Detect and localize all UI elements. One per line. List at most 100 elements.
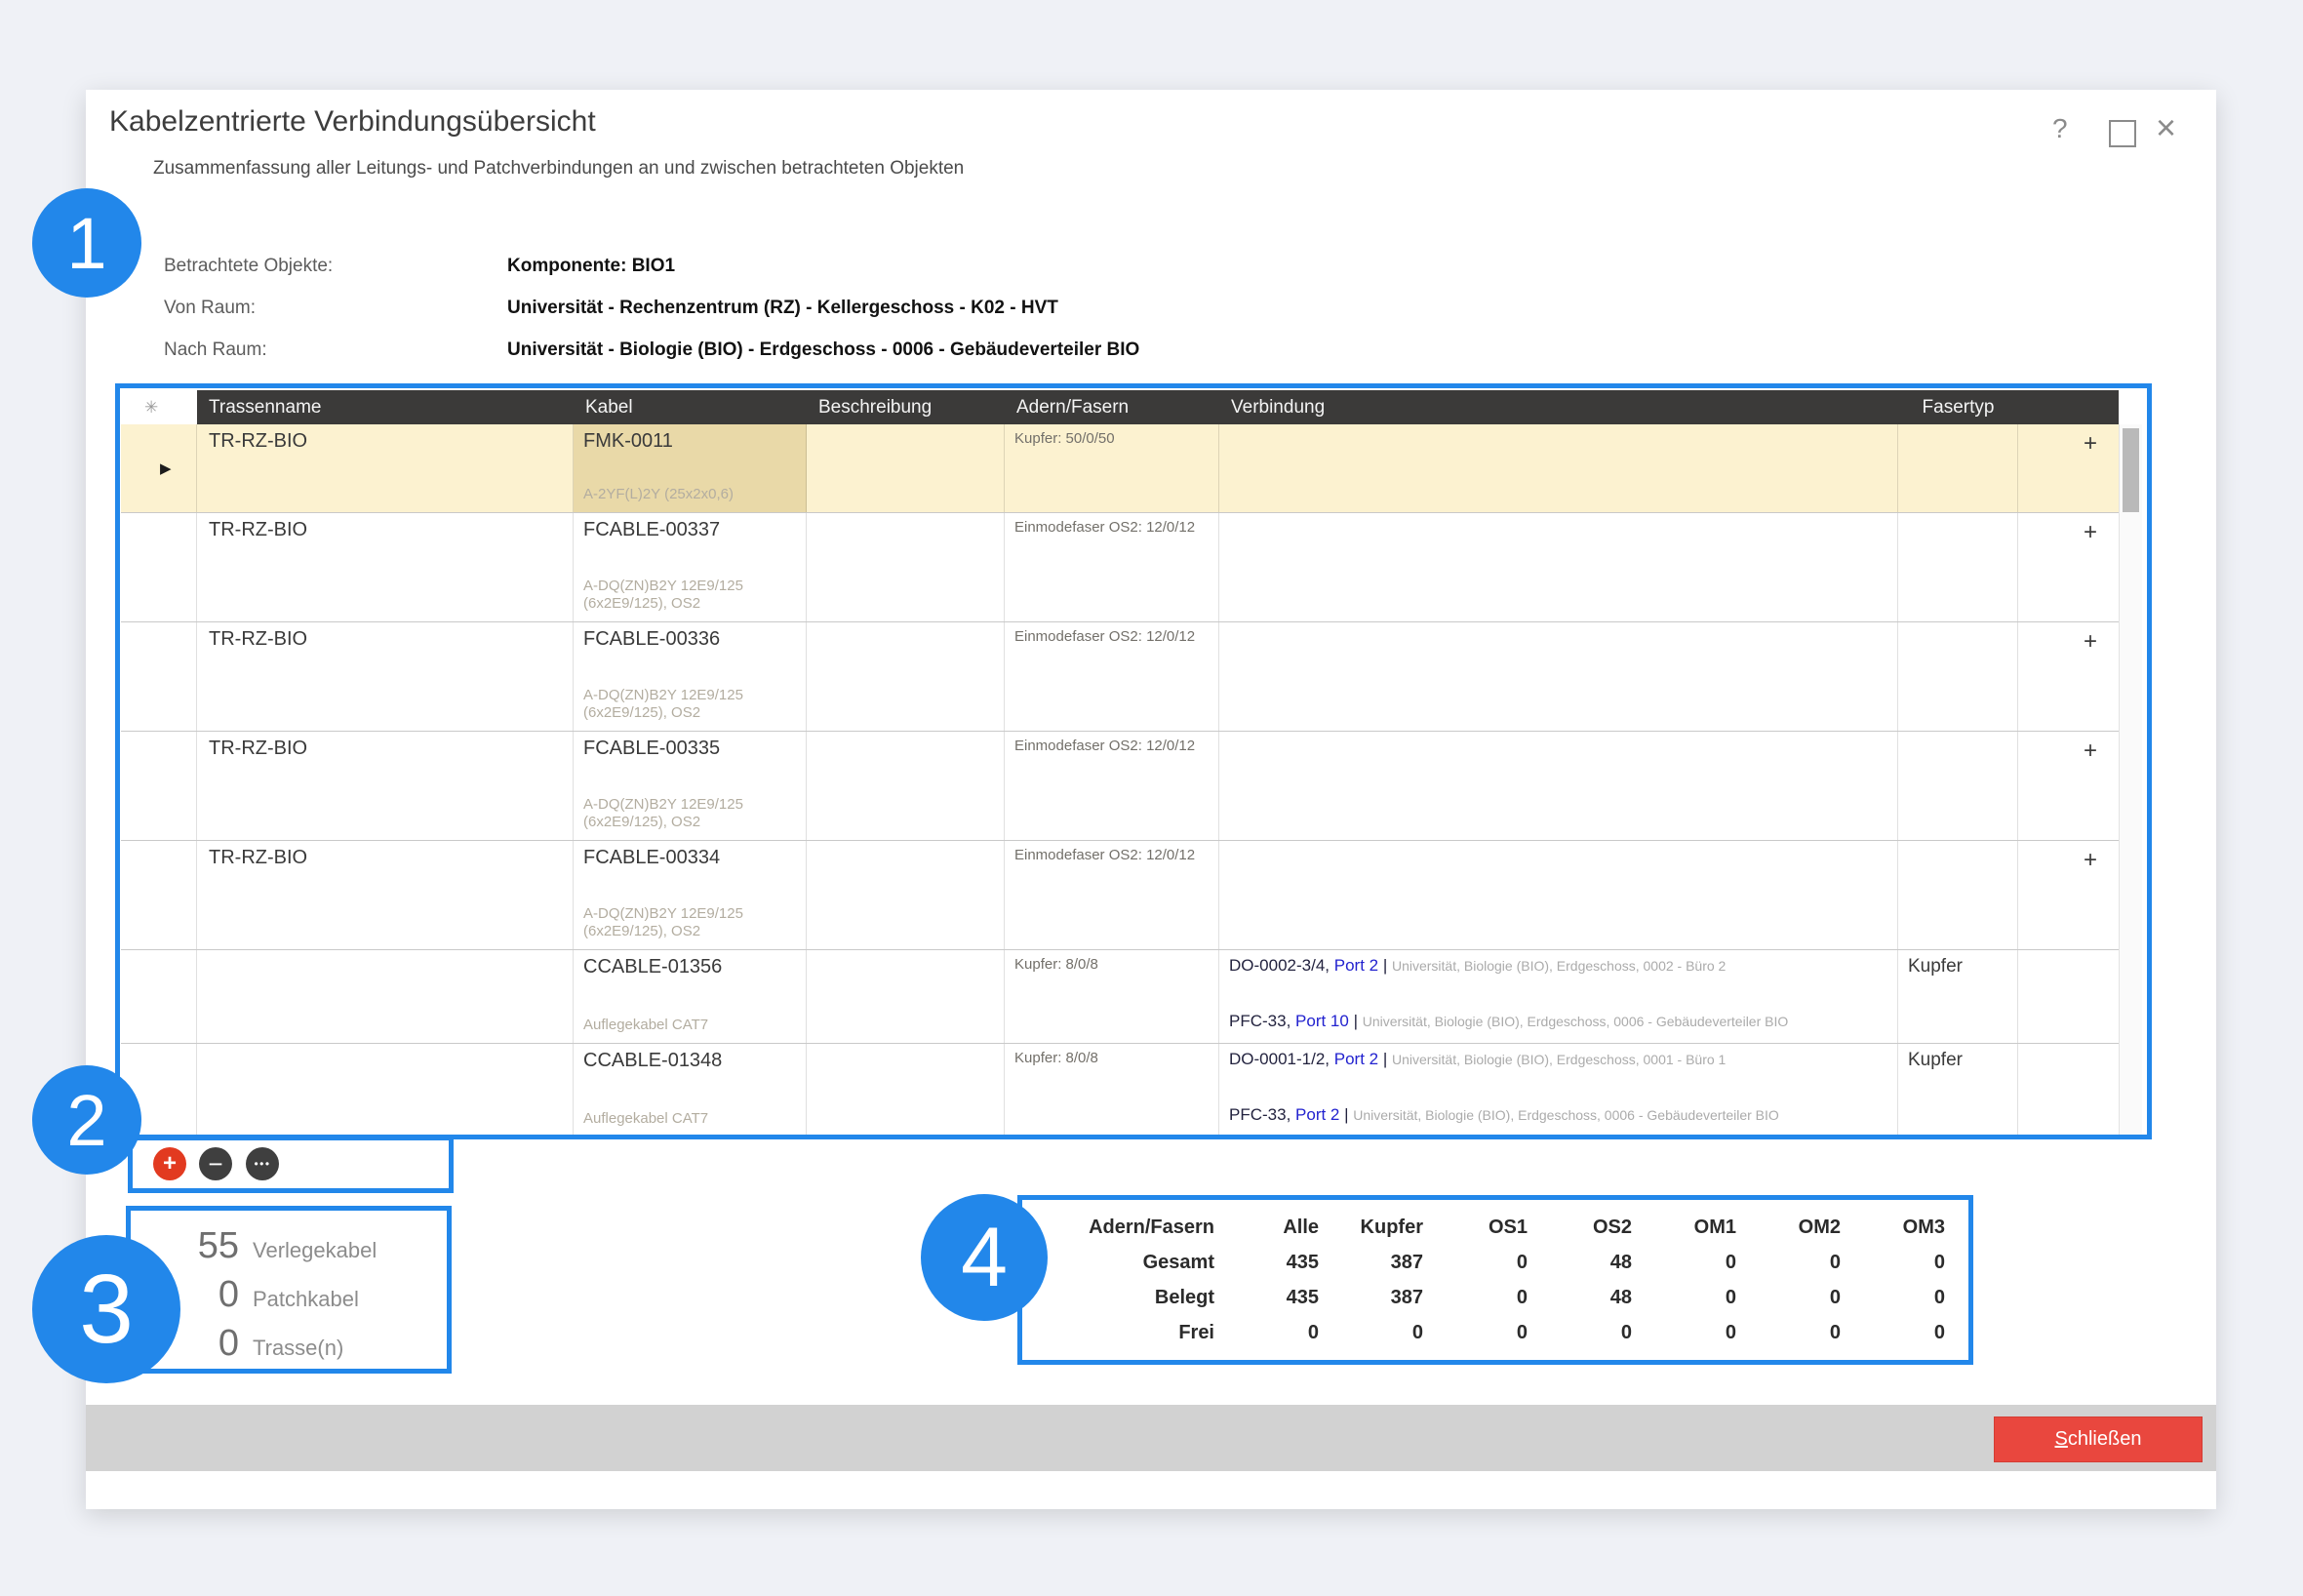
cell-adern-fasern[interactable]: Einmodefaser OS2: 12/0/12 [1005,841,1219,949]
expand-row-button[interactable]: + [2018,622,2119,731]
cell-verbindung[interactable] [1219,424,1898,512]
column-header-adern-fasern[interactable]: Adern/Fasern [1005,390,1219,424]
port-link[interactable]: Port 2 [1334,1050,1378,1068]
cell-kabel[interactable]: FCABLE-00334A-DQ(ZN)B2Y 12E9/125 (6x2E9/… [574,841,807,949]
info-value: Komponente: BIO1 [507,256,675,277]
cell-trassenname[interactable]: TR-RZ-BIO [197,424,574,512]
table-row[interactable]: CCABLE-01356Auflegekabel CAT7 Kupfer: 8/0… [121,950,2119,1044]
help-icon[interactable]: ? [2052,113,2068,144]
cell-adern-fasern[interactable]: Einmodefaser OS2: 12/0/12 [1005,622,1219,731]
cell-verbindung[interactable] [1219,513,1898,621]
verbindung-line: PFC-33, Port 2 | Universität, Biologie (… [1229,1105,1887,1125]
info-row-from-room: Von Raum: Universität - Rechenzentrum (R… [164,298,1139,339]
cell-adern-fasern[interactable]: Einmodefaser OS2: 12/0/12 [1005,513,1219,621]
cell-trassenname[interactable]: TR-RZ-BIO [197,513,574,621]
cell-kabel[interactable]: FCABLE-00337A-DQ(ZN)B2Y 12E9/125 (6x2E9/… [574,513,807,621]
table-row[interactable]: TR-RZ-BIOFCABLE-00335A-DQ(ZN)B2Y 12E9/12… [121,732,2119,841]
cell-fasertyp[interactable] [1898,622,2018,731]
cell-fasertyp[interactable] [1898,513,2018,621]
row-selector-cell [121,841,197,949]
cell-verbindung[interactable] [1219,732,1898,840]
fiber-summary-table: Adern/FasernAlleKupferOS1OS2OM1OM2OM3Ges… [1034,1210,1945,1350]
cell-fasertyp[interactable] [1898,732,2018,840]
summary-data-row: Gesamt435387048000 [1034,1245,1945,1280]
expand-row-button[interactable]: + [2018,424,2119,512]
summary-value: 48 [1528,1252,1632,1274]
kabel-name: CCABLE-01348 [583,1050,796,1072]
summary-value: 0 [1632,1287,1736,1309]
table-row[interactable]: TR-RZ-BIOFCABLE-00334A-DQ(ZN)B2Y 12E9/12… [121,841,2119,950]
scrollbar-thumb[interactable] [2123,428,2139,512]
summary-header-cell: Alle [1214,1217,1319,1239]
expand-row-button[interactable]: + [2018,513,2119,621]
table-row[interactable]: CCABLE-01348Auflegekabel CAT7 Kupfer: 8/0… [121,1044,2119,1135]
cell-adern-fasern[interactable]: Einmodefaser OS2: 12/0/12 [1005,732,1219,840]
cell-verbindung[interactable] [1219,841,1898,949]
cell-adern-fasern[interactable]: Kupfer: 8/0/8 [1005,1044,1219,1135]
cell-trassenname[interactable]: TR-RZ-BIO [197,622,574,731]
count-label: Patchkabel [253,1287,359,1312]
vertical-scrollbar[interactable] [2119,424,2142,1135]
cell-fasertyp[interactable] [1898,841,2018,949]
cell-beschreibung[interactable] [807,424,1005,512]
add-button[interactable]: + [153,1147,186,1180]
remove-button[interactable]: − [199,1147,232,1180]
port-link[interactable]: Port 2 [1295,1105,1339,1124]
maximize-icon[interactable] [2109,120,2136,147]
close-button[interactable]: Schließen [1994,1416,2203,1462]
column-header-kabel[interactable]: Kabel [574,390,807,424]
expand-row-button[interactable]: + [2018,732,2119,840]
summary-header-cell: OM1 [1632,1217,1736,1239]
summary-header-cell: OS1 [1423,1217,1528,1239]
cell-beschreibung[interactable] [807,841,1005,949]
expand-row-button [2018,950,2119,1043]
column-header-verbindung[interactable]: Verbindung [1219,390,1898,424]
cell-adern-fasern[interactable]: Kupfer: 50/0/50 [1005,424,1219,512]
count-value: 0 [146,1274,239,1316]
count-row: 0Trasse(n) [146,1323,377,1372]
cell-beschreibung[interactable] [807,950,1005,1043]
device-label: DO-0001-1/2, [1229,1050,1334,1068]
cell-trassenname[interactable] [197,950,574,1043]
port-link[interactable]: Port 2 [1334,956,1378,975]
cell-kabel[interactable]: CCABLE-01356Auflegekabel CAT7 [574,950,807,1043]
cell-beschreibung[interactable] [807,622,1005,731]
info-label: Betrachtete Objekte: [164,256,507,277]
summary-value: 387 [1319,1287,1423,1309]
cell-kabel[interactable]: FCABLE-00336A-DQ(ZN)B2Y 12E9/125 (6x2E9/… [574,622,807,731]
table-row[interactable]: TR-RZ-BIOFCABLE-00336A-DQ(ZN)B2Y 12E9/12… [121,622,2119,732]
cell-beschreibung[interactable] [807,732,1005,840]
close-button-label: chließen [2068,1428,2142,1450]
cell-verbindung[interactable]: DO-0002-3/4, Port 2 | Universität, Biolo… [1219,950,1898,1043]
more-options-button[interactable]: ••• [246,1147,279,1180]
cell-fasertyp[interactable] [1898,424,2018,512]
expand-row-button[interactable]: + [2018,841,2119,949]
cell-verbindung[interactable] [1219,622,1898,731]
table-row[interactable]: ▶TR-RZ-BIOFMK-0011A-2YF(L)2Y (25x2x0,6)K… [121,424,2119,513]
cell-kabel[interactable]: CCABLE-01348Auflegekabel CAT7 [574,1044,807,1135]
cell-fasertyp[interactable]: Kupfer [1898,1044,2018,1135]
cell-trassenname[interactable] [197,1044,574,1135]
cell-verbindung[interactable]: DO-0001-1/2, Port 2 | Universität, Biolo… [1219,1044,1898,1135]
close-icon[interactable]: × [2156,107,2176,148]
cell-kabel[interactable]: FCABLE-00335A-DQ(ZN)B2Y 12E9/125 (6x2E9/… [574,732,807,840]
info-value: Universität - Rechenzentrum (RZ) - Kelle… [507,298,1058,319]
device-label: PFC-33, [1229,1105,1295,1124]
verbindung-line: DO-0002-3/4, Port 2 | Universität, Biolo… [1229,956,1887,976]
kabel-name: FCABLE-00334 [583,847,796,869]
ellipsis-icon: ••• [254,1157,270,1171]
column-header-fasertyp[interactable]: Fasertyp [1898,390,2018,424]
cell-adern-fasern[interactable]: Kupfer: 8/0/8 [1005,950,1219,1043]
cell-trassenname[interactable]: TR-RZ-BIO [197,732,574,840]
column-header-beschreibung[interactable]: Beschreibung [807,390,1005,424]
cell-fasertyp[interactable]: Kupfer [1898,950,2018,1043]
summary-header-cell: OM3 [1841,1217,1945,1239]
summary-row-label: Frei [1034,1322,1214,1344]
cell-beschreibung[interactable] [807,1044,1005,1135]
column-header-trassenname[interactable]: Trassenname [197,390,574,424]
table-row[interactable]: TR-RZ-BIOFCABLE-00337A-DQ(ZN)B2Y 12E9/12… [121,513,2119,622]
cell-trassenname[interactable]: TR-RZ-BIO [197,841,574,949]
port-link[interactable]: Port 10 [1295,1012,1349,1030]
cell-beschreibung[interactable] [807,513,1005,621]
cell-kabel[interactable]: FMK-0011A-2YF(L)2Y (25x2x0,6) [574,424,807,512]
